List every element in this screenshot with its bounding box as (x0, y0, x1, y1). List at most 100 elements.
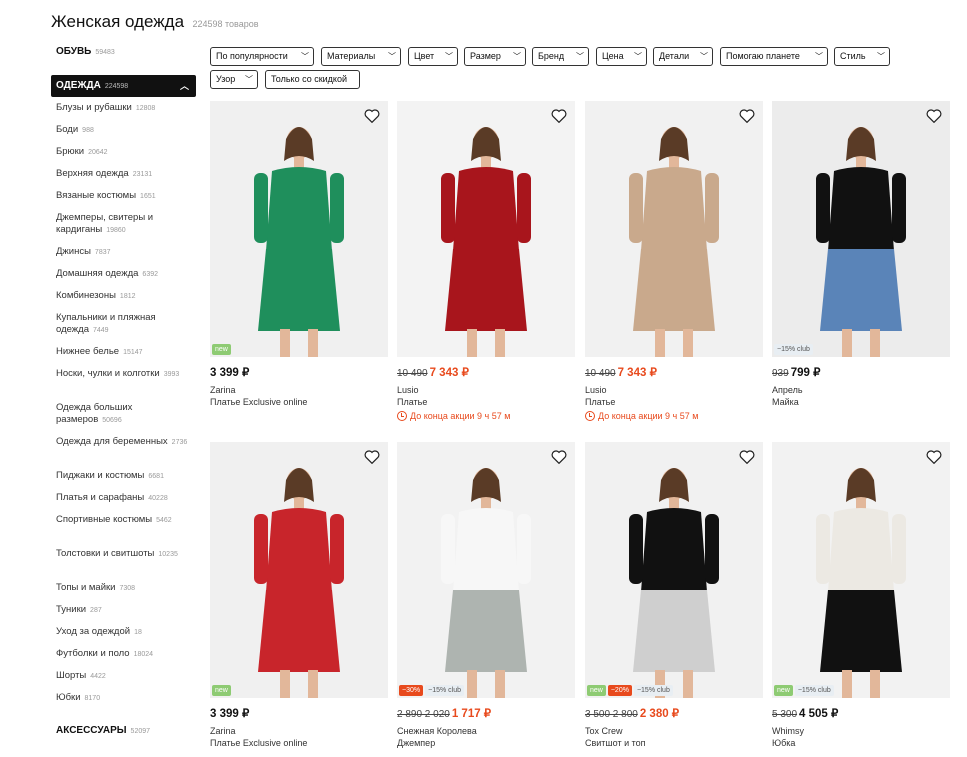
heart-icon[interactable] (926, 109, 942, 123)
promo-text: До конца акции 9 ч 57 м (410, 411, 511, 421)
category-clothing-label: ОДЕЖДА (56, 80, 101, 91)
subcategory-count: 50696 (102, 417, 122, 424)
subcategory-item[interactable]: Юбки 8170 (51, 692, 196, 708)
product-brand[interactable]: Lusio (585, 385, 763, 396)
product-brand[interactable]: Снежная Королева (397, 726, 575, 737)
product-card[interactable]: −30% −15% club 2 890 2 020 1 717 ₽ Снежная К… (397, 442, 575, 749)
filter-label: Размер (470, 51, 501, 61)
subcategory-item[interactable]: Одежда больших размеров 50696 (51, 402, 196, 430)
subcategory-item[interactable]: Топы и майки 7308 (51, 582, 196, 598)
filter-chip[interactable]: Материалы ﹀ (321, 47, 401, 66)
subcategory-item[interactable]: Джинсы 7837 (51, 246, 196, 262)
subcategory-item[interactable]: Футболки и поло 18024 (51, 648, 196, 664)
filter-chip[interactable]: По популярности ﹀ (210, 47, 314, 66)
product-type[interactable]: Юбка (772, 737, 950, 749)
page-title: Женская одежда (51, 12, 185, 31)
subcategory-item[interactable]: Спортивные костюмы 5462 (51, 514, 196, 542)
product-type[interactable]: Платье Exclusive online (210, 396, 388, 408)
product-card[interactable]: new 3 399 ₽ Zarina Платье Exclusive online (210, 101, 388, 408)
filter-chip[interactable]: Цена ﹀ (596, 47, 647, 66)
product-type[interactable]: Платье Exclusive online (210, 737, 388, 749)
subcategory-item[interactable]: Блузы и рубашки 12808 (51, 102, 196, 118)
subcategory-item[interactable]: Носки, чулки и колготки 3993 (51, 368, 196, 396)
heart-icon[interactable] (364, 450, 380, 464)
page-header: Женская одежда 224598 товаров (51, 12, 259, 32)
product-brand[interactable]: Zarina (210, 726, 388, 737)
subcategory-item[interactable]: Комбинезоны 1812 (51, 290, 196, 306)
product-image[interactable]: new (210, 442, 388, 698)
product-image[interactable]: −15% club (772, 101, 950, 357)
product-image[interactable]: new −20% −15% club (585, 442, 763, 698)
filter-chip[interactable]: Детали ﹀ (653, 47, 713, 66)
heart-icon[interactable] (926, 450, 942, 464)
subcategory-item[interactable]: Вязаные костюмы 1651 (51, 190, 196, 206)
product-image[interactable]: new −15% club (772, 442, 950, 698)
subcategory-item[interactable]: Нижнее белье 15147 (51, 346, 196, 362)
heart-icon[interactable] (364, 109, 380, 123)
subcategory-count: 7837 (94, 249, 111, 256)
product-badge: new (212, 685, 231, 696)
product-type[interactable]: Джемпер (397, 737, 575, 749)
subcategory-item[interactable]: Верхняя одежда 23131 (51, 168, 196, 184)
subcategory-item[interactable]: Боди 988 (51, 124, 196, 140)
product-image[interactable]: −30% −15% club (397, 442, 575, 698)
subcategory-item[interactable]: Одежда для беременных 2736 (51, 436, 196, 464)
filter-chip[interactable]: Цвет ﹀ (408, 47, 458, 66)
heart-icon[interactable] (551, 109, 567, 123)
heart-icon[interactable] (739, 109, 755, 123)
product-card[interactable]: new −20% −15% club 3 500 2 800 2 380 ₽ Tox Cr… (585, 442, 763, 749)
subcategory-item[interactable]: Шорты 4422 (51, 670, 196, 686)
filter-chip[interactable]: Помогаю планете ﹀ (720, 47, 828, 66)
category-shoes-label: ОБУВЬ (56, 46, 92, 57)
product-brand[interactable]: Whimsy (772, 726, 950, 737)
subcategory-item[interactable]: Брюки 20642 (51, 146, 196, 162)
product-card[interactable]: new −15% club 5 300 4 505 ₽ Whimsy Юбка (772, 442, 950, 749)
subcategory-item[interactable]: Джемперы, свитеры и кардиганы 19860 (51, 212, 196, 240)
category-shoes[interactable]: ОБУВЬ 59483 (51, 44, 196, 60)
subcategory-item[interactable]: Пиджаки и костюмы 6681 (51, 470, 196, 486)
subcategory-item[interactable]: Платья и сарафаны 40228 (51, 492, 196, 508)
heart-icon[interactable] (551, 450, 567, 464)
subcategory-label: Толстовки и свитшоты (56, 548, 155, 559)
product-type[interactable]: Майка (772, 396, 950, 408)
promo-text: До конца акции 9 ч 57 м (598, 411, 699, 421)
old-price: 10 490 (397, 368, 428, 379)
subcategory-count: 2736 (171, 439, 188, 446)
product-brand[interactable]: Апрель (772, 385, 950, 396)
filter-chip[interactable]: Размер ﹀ (464, 47, 526, 66)
subcategory-item[interactable]: Туники 287 (51, 604, 196, 620)
filter-chip[interactable]: Стиль ﹀ (834, 47, 890, 66)
product-card[interactable]: 10 490 7 343 ₽ Lusio Платье До конца акции 9… (585, 101, 763, 421)
old-price: 3 500 2 800 (585, 709, 638, 720)
category-clothing[interactable]: ОДЕЖДА 224598 ︿ (51, 75, 196, 97)
badge-group: −15% club (774, 344, 813, 355)
subcategory-count: 12808 (135, 105, 156, 112)
product-image[interactable]: new (210, 101, 388, 357)
subcategory-count: 3993 (163, 371, 180, 378)
filter-chip[interactable]: Бренд ﹀ (532, 47, 589, 66)
filter-chip[interactable]: Только со скидкой (265, 70, 360, 89)
subcategory-item[interactable]: Купальники и пляжная одежда 7449 (51, 312, 196, 340)
product-type[interactable]: Свитшот и топ (585, 737, 763, 749)
category-accessories[interactable]: АКСЕССУАРЫ 52097 (51, 723, 196, 739)
product-brand[interactable]: Tox Crew (585, 726, 763, 737)
product-card[interactable]: 10 490 7 343 ₽ Lusio Платье До конца акции 9… (397, 101, 575, 421)
product-card[interactable]: new 3 399 ₽ Zarina Платье Exclusive online (210, 442, 388, 749)
subcategory-item[interactable]: Уход за одеждой 18 (51, 626, 196, 642)
old-price: 5 300 (772, 709, 798, 720)
product-card[interactable]: −15% club 939 799 ₽ Апрель Майка (772, 101, 950, 408)
product-image[interactable] (585, 101, 763, 357)
category-accessories-label: АКСЕССУАРЫ (56, 725, 127, 736)
product-brand[interactable]: Zarina (210, 385, 388, 396)
product-brand[interactable]: Lusio (397, 385, 575, 396)
product-type[interactable]: Платье (585, 396, 763, 408)
product-image[interactable] (397, 101, 575, 357)
subcategory-count: 988 (82, 127, 94, 134)
subcategory-item[interactable]: Домашняя одежда 6392 (51, 268, 196, 284)
product-type[interactable]: Платье (397, 396, 575, 408)
subcategory-count: 6681 (148, 473, 164, 480)
heart-icon[interactable] (739, 450, 755, 464)
filter-label: Материалы (327, 51, 376, 61)
subcategory-item[interactable]: Толстовки и свитшоты 10235 (51, 548, 196, 576)
filter-chip[interactable]: Узор ﹀ (210, 70, 258, 89)
